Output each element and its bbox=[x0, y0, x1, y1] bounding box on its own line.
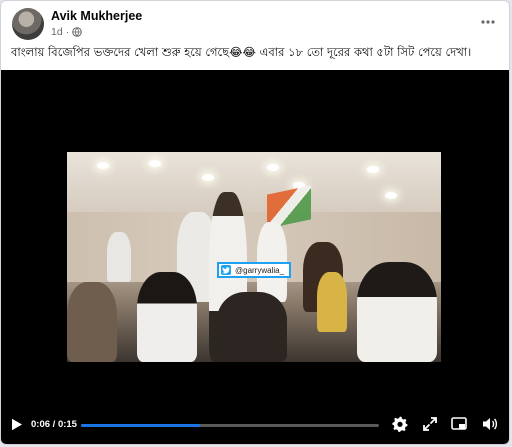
globe-icon bbox=[72, 27, 82, 37]
post-header: Avik Mukherjee 1d · bbox=[1, 1, 509, 47]
play-icon[interactable] bbox=[11, 418, 23, 431]
video-frame[interactable]: @garrywalia_ bbox=[67, 152, 441, 362]
post-caption: বাংলায় বিজেপির ভক্তদের খেলা শুরু হয়ে গ… bbox=[11, 45, 472, 59]
author-name[interactable]: Avik Mukherjee bbox=[51, 9, 142, 23]
watermark-handle: @garrywalia_ bbox=[235, 265, 285, 275]
settings-icon[interactable] bbox=[391, 415, 409, 433]
progress-fill bbox=[81, 424, 201, 427]
feed-post: Avik Mukherjee 1d · বাংলায় বিজেপির ভক্ত… bbox=[0, 0, 510, 445]
post-timestamp[interactable]: 1d bbox=[51, 26, 63, 38]
video-duration: 0:15 bbox=[57, 419, 77, 430]
video-controls: 0:06 / 0:15 bbox=[1, 406, 509, 444]
fullscreen-expand-icon[interactable] bbox=[421, 415, 439, 433]
progress-bar[interactable] bbox=[81, 424, 379, 427]
picture-in-picture-icon[interactable] bbox=[450, 415, 468, 433]
twitter-icon bbox=[221, 265, 231, 275]
avatar[interactable] bbox=[12, 8, 44, 40]
post-meta: 1d · bbox=[51, 26, 82, 38]
time-display: 0:06 / 0:15 bbox=[31, 419, 77, 430]
more-options-icon[interactable] bbox=[479, 13, 497, 31]
volume-icon[interactable] bbox=[481, 415, 499, 433]
video-watermark: @garrywalia_ bbox=[217, 262, 292, 278]
video-player[interactable]: @garrywalia_ 0:06 / 0:15 bbox=[1, 70, 509, 444]
current-time: 0:06 bbox=[31, 419, 51, 430]
